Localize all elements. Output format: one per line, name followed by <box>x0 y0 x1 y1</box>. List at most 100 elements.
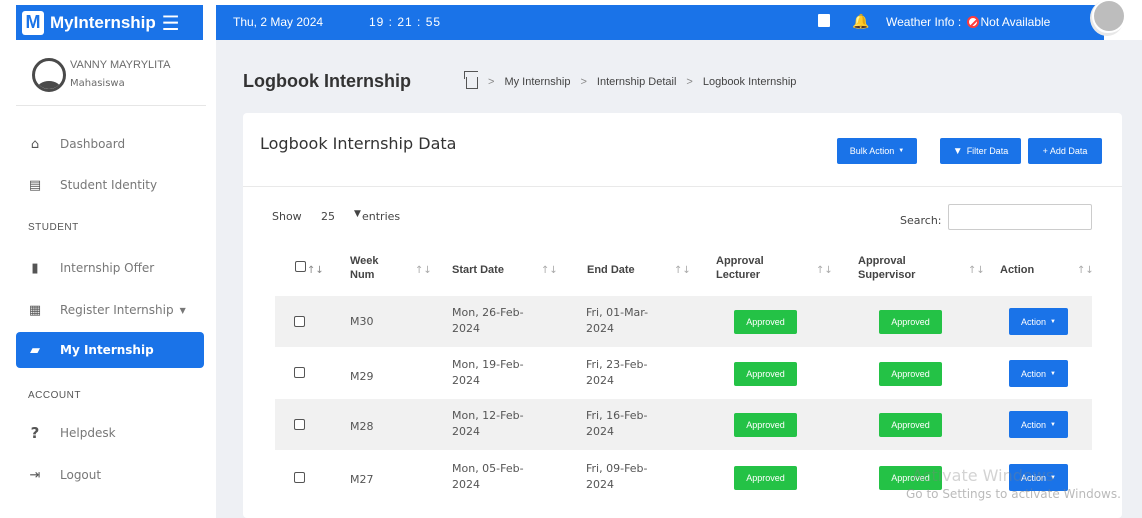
sidebar-item-dashboard[interactable]: ⌂ Dashboard <box>16 126 204 162</box>
caret-down-icon: ▼ <box>1050 370 1056 377</box>
status-badge: Approved <box>734 466 797 490</box>
page-title: Logbook Internship <box>243 71 411 91</box>
row-checkbox[interactable] <box>294 472 305 483</box>
user-avatar[interactable] <box>1090 0 1126 36</box>
entries-select[interactable]: 25 ▼ <box>306 205 364 227</box>
header-line: Approval <box>716 255 764 267</box>
section-account: ACCOUNT <box>28 390 81 401</box>
sidebar-item-register-internship[interactable]: ▦ Register Internship ▼ <box>16 292 204 328</box>
breadcrumb-item: Logbook Internship <box>702 75 797 88</box>
sort-icon[interactable]: ↑↓ <box>816 265 833 276</box>
breadcrumb-item[interactable]: Internship Detail <box>597 76 677 88</box>
sort-icon[interactable]: ↑↓ <box>674 265 691 276</box>
header-line: Week <box>350 255 379 267</box>
home-icon: ⌂ <box>30 136 40 152</box>
action-label: Action <box>1021 419 1047 430</box>
sort-icon[interactable]: ↑↓ <box>968 265 985 276</box>
row-action-button[interactable]: Action ▼ <box>1009 360 1068 387</box>
sidebar-item-logout[interactable]: ⇥ Logout <box>16 457 204 493</box>
user-profile: VANNY MAYRYLITA Mahasiswa <box>16 54 206 106</box>
sidebar-item-internship-offer[interactable]: ▮ Internship Offer <box>16 250 204 286</box>
action-label: Action <box>1021 316 1047 327</box>
card-title: Logbook Internship Data <box>260 134 457 153</box>
add-data-button[interactable]: + Add Data <box>1028 138 1102 164</box>
filter-icon: ▼ <box>952 145 963 157</box>
date-line: Fri, 01-Mar- <box>586 306 649 319</box>
hamburger-icon[interactable]: ☰ <box>162 11 180 35</box>
weather-info: Weather Info : Not Available <box>886 15 1050 29</box>
filter-data-label: Filter Data <box>966 146 1009 156</box>
start-date: Mon, 19-Feb- 2024 <box>452 357 524 389</box>
week-num: M27 <box>350 473 374 486</box>
date-line: 2024 <box>452 478 480 491</box>
section-student: STUDENT <box>28 222 79 233</box>
sidebar-item-student-identity[interactable]: ▤ Student Identity <box>16 167 204 203</box>
table-row: M30 Mon, 26-Feb- 2024 Fri, 01-Mar- 2024 … <box>275 296 1092 347</box>
action-label: Action <box>1021 368 1047 379</box>
search-input[interactable] <box>948 204 1092 230</box>
divider <box>243 186 1122 187</box>
entries-label: entries <box>362 210 401 223</box>
sidebar-item-label: Internship Offer <box>60 261 155 275</box>
end-date: Fri, 01-Mar- 2024 <box>586 305 648 337</box>
entries-value: 25 <box>321 210 335 223</box>
status-badge: Approved <box>879 362 942 386</box>
status-badge: Approved <box>879 310 942 334</box>
sort-icon[interactable]: ↑↓ <box>1077 265 1094 276</box>
brand[interactable]: M MyInternship ☰ <box>16 5 203 40</box>
date-line: 2024 <box>452 374 480 387</box>
column-header-action[interactable]: Action <box>1000 263 1034 277</box>
navbar: Thu, 2 May 2024 19 : 21 : 55 🔔 Weather I… <box>216 5 1104 40</box>
bulk-action-label: Bulk Action <box>849 146 895 156</box>
sidebar-item-my-internship[interactable]: ▰ My Internship <box>16 332 204 368</box>
filter-data-button[interactable]: ▼ Filter Data <box>940 138 1021 164</box>
question-icon: ? <box>30 424 40 442</box>
caret-down-icon: ▼ <box>179 305 186 315</box>
column-header-week[interactable]: Week Num <box>350 254 379 282</box>
sidebar-item-label: Dashboard <box>60 137 126 151</box>
search-label: Search: <box>900 214 942 227</box>
clipboard-icon: ▮ <box>31 260 39 276</box>
sort-icon[interactable]: ↑↓ <box>307 265 324 276</box>
week-num: M29 <box>350 370 374 383</box>
bell-icon[interactable]: 🔔 <box>852 13 869 30</box>
date-line: Mon, 05-Feb- <box>452 462 524 475</box>
column-header-approval-lecturer[interactable]: Approval Lecturer <box>716 254 764 282</box>
caret-down-icon: ▼ <box>898 148 905 154</box>
column-header-approval-supervisor[interactable]: Approval Supervisor <box>858 254 915 282</box>
bulk-action-button[interactable]: Bulk Action ▼ <box>837 138 917 164</box>
breadcrumb: > My Internship > Internship Detail > Lo… <box>466 74 796 89</box>
header-line: Lecturer <box>716 269 761 281</box>
sort-icon[interactable]: ↑↓ <box>541 265 558 276</box>
row-checkbox[interactable] <box>294 367 305 378</box>
user-role: Mahasiswa <box>70 78 125 89</box>
watermark-subtitle: Go to Settings to activate Windows. <box>906 487 1121 501</box>
logout-icon: ⇥ <box>29 467 41 483</box>
breadcrumb-item[interactable]: My Internship <box>504 76 570 88</box>
row-checkbox[interactable] <box>294 419 305 430</box>
home-icon[interactable] <box>466 77 478 89</box>
sidebar-item-label: Student Identity <box>60 178 158 192</box>
chevron-right-icon: > <box>686 75 693 88</box>
select-all-checkbox[interactable] <box>295 261 306 272</box>
sort-icon[interactable]: ↑↓ <box>415 265 432 276</box>
caret-down-icon: ▼ <box>1050 318 1056 325</box>
chevron-right-icon: > <box>580 75 587 88</box>
sidebar-item-helpdesk[interactable]: ? Helpdesk <box>16 415 204 451</box>
column-header-start-date[interactable]: Start Date <box>452 263 504 277</box>
sidebar-item-label: Register Internship <box>60 303 174 317</box>
weather-label: Weather Info : <box>886 15 962 29</box>
date-line: Mon, 12-Feb- <box>452 409 524 422</box>
row-action-button[interactable]: Action ▼ <box>1009 308 1068 335</box>
sidebar: VANNY MAYRYLITA Mahasiswa ⌂ Dashboard ▤ … <box>0 40 216 518</box>
date-line: 2024 <box>452 322 480 335</box>
row-action-button[interactable]: Action ▼ <box>1009 411 1068 438</box>
status-badge: Approved <box>734 362 797 386</box>
sidebar-item-label: My Internship <box>60 343 154 357</box>
row-checkbox[interactable] <box>294 316 305 327</box>
form-icon: ▦ <box>28 302 42 318</box>
date-line: Fri, 23-Feb- <box>586 358 648 371</box>
calendar-icon[interactable] <box>818 14 830 27</box>
status-badge: Approved <box>879 413 942 437</box>
column-header-end-date[interactable]: End Date <box>587 263 635 277</box>
